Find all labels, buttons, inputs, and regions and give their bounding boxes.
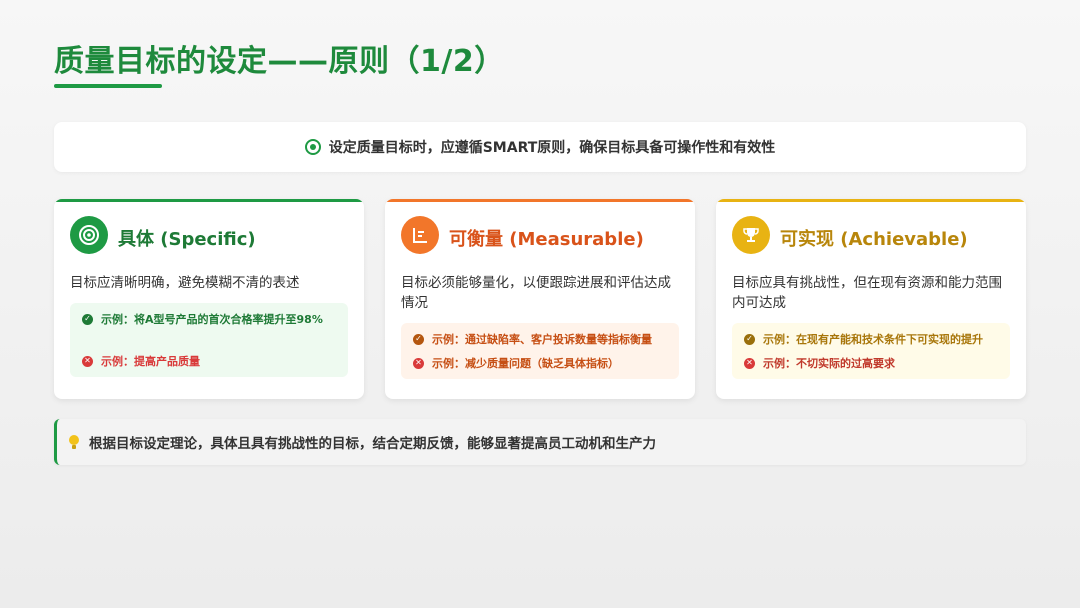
example-good: ✓ 示例：在现有产能和技术条件下可实现的提升: [744, 331, 998, 347]
chart-list-icon: [401, 216, 439, 254]
note-text: 根据目标设定理论，具体且具有挑战性的目标，结合定期反馈，能够显著提高员工动机和生…: [89, 436, 656, 452]
card-accent-bar: [385, 199, 695, 202]
cross-icon: ✕: [413, 357, 424, 369]
card-achievable: 可实现 (Achievable) 目标应具有挑战性，但在现有资源和能力范围内可达…: [716, 199, 1026, 399]
example-text: 示例：减少质量问题（缺乏具体指标）: [432, 357, 619, 370]
intro-banner: 设定质量目标时，应遵循SMART原则，确保目标具备可操作性和有效性: [54, 122, 1026, 172]
example-text: 示例：通过缺陷率、客户投诉数量等指标衡量: [432, 333, 652, 346]
example-text: 示例：提高产品质量: [101, 355, 200, 368]
card-description: 目标应具有挑战性，但在现有资源和能力范围内可达成: [732, 275, 1002, 311]
cross-icon: ✕: [82, 355, 93, 367]
card-title: 可实现 (Achievable): [780, 229, 968, 250]
insight-note: 根据目标设定理论，具体且具有挑战性的目标，结合定期反馈，能够显著提高员工动机和生…: [54, 419, 1026, 465]
title-underline: [54, 84, 162, 88]
card-measurable: 可衡量 (Measurable) 目标必须能够量化，以便跟踪进展和评估达成情况 …: [385, 199, 695, 399]
check-icon: ✓: [744, 333, 755, 345]
cross-icon: ✕: [744, 357, 755, 369]
example-bad: ✕ 示例：不切实际的过高要求: [744, 355, 998, 371]
example-bad: ✕ 示例：减少质量问题（缺乏具体指标）: [413, 355, 667, 371]
example-text: 示例：将A型号产品的首次合格率提升至98%: [101, 313, 323, 326]
check-icon: ✓: [82, 313, 93, 325]
lightbulb-icon: [69, 435, 79, 449]
example-good: ✓ 示例：通过缺陷率、客户投诉数量等指标衡量: [413, 331, 667, 347]
card-accent-bar: [54, 199, 364, 202]
card-description: 目标应清晰明确，避免模糊不清的表述: [70, 275, 300, 291]
example-text: 示例：不切实际的过高要求: [763, 357, 895, 370]
trophy-icon: [732, 216, 770, 254]
card-accent-bar: [716, 199, 1026, 202]
check-icon: ✓: [413, 333, 424, 345]
target-icon: [304, 139, 321, 155]
card-description: 目标必须能够量化，以便跟踪进展和评估达成情况: [401, 275, 671, 311]
page-title: 质量目标的设定——原则（1/2）: [54, 44, 505, 79]
example-good: ✓ 示例：将A型号产品的首次合格率提升至98%: [82, 311, 336, 327]
card-title: 具体 (Specific): [118, 229, 256, 250]
example-text: 示例：在现有产能和技术条件下可实现的提升: [763, 333, 983, 346]
examples-box: ✓ 示例：将A型号产品的首次合格率提升至98% ✕ 示例：提高产品质量: [70, 303, 348, 377]
example-bad: ✕ 示例：提高产品质量: [82, 353, 336, 369]
card-title: 可衡量 (Measurable): [449, 229, 644, 250]
intro-text: 设定质量目标时，应遵循SMART原则，确保目标具备可操作性和有效性: [328, 140, 776, 156]
target-icon: [70, 216, 108, 254]
examples-box: ✓ 示例：在现有产能和技术条件下可实现的提升 ✕ 示例：不切实际的过高要求: [732, 323, 1010, 379]
card-specific: 具体 (Specific) 目标应清晰明确，避免模糊不清的表述 ✓ 示例：将A型…: [54, 199, 364, 399]
examples-box: ✓ 示例：通过缺陷率、客户投诉数量等指标衡量 ✕ 示例：减少质量问题（缺乏具体指…: [401, 323, 679, 379]
